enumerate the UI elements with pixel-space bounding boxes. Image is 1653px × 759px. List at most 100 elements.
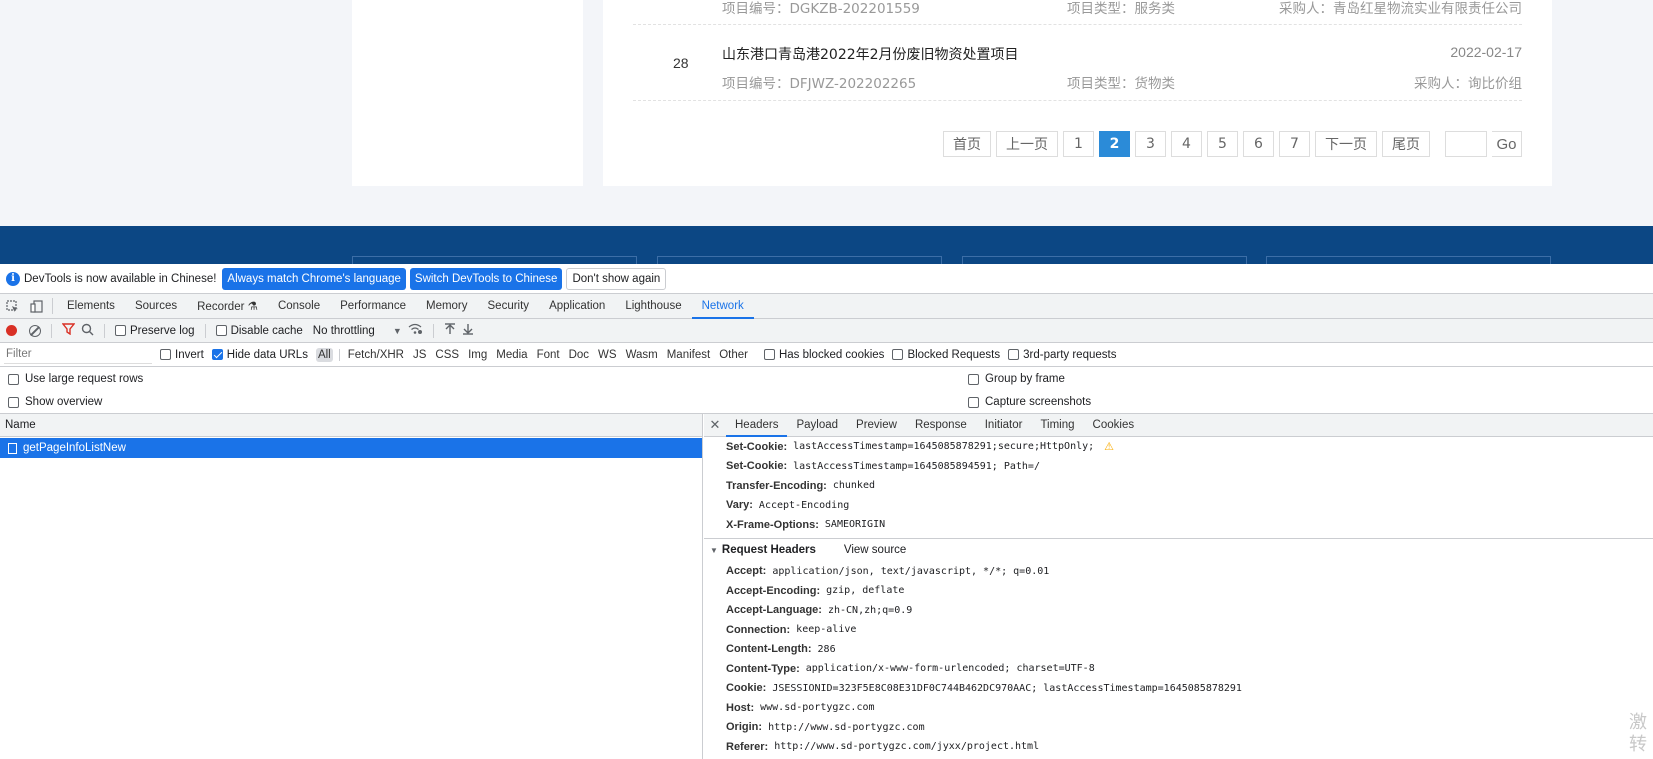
page-2-button[interactable]: 2 <box>1099 131 1130 157</box>
project-title-link[interactable]: 山东港口青岛港2022年2月份废旧物资处置项目 <box>722 44 1019 64</box>
tab-memory[interactable]: Memory <box>416 294 478 318</box>
type-filter-css[interactable]: CSS <box>433 348 461 362</box>
tab-recorder[interactable]: Recorder ⚗ <box>187 294 268 318</box>
go-button[interactable]: Go <box>1492 131 1522 157</box>
detail-tabbar: ✕ Headers Payload Preview Response Initi… <box>704 414 1653 437</box>
checkbox-box[interactable] <box>968 396 979 408</box>
last-page-button[interactable]: 尾页 <box>1382 131 1430 157</box>
switch-chinese-button[interactable]: Switch DevTools to Chinese <box>409 267 563 290</box>
show-overview-checkbox[interactable]: Show overview <box>8 396 102 408</box>
search-icon[interactable] <box>81 323 94 339</box>
page-7-button[interactable]: 7 <box>1279 131 1310 157</box>
tab-network[interactable]: Network <box>691 294 754 319</box>
devtools-panel: i DevTools is now available in Chinese! … <box>0 264 1653 759</box>
dont-show-again-button[interactable]: Don't show again <box>566 267 667 290</box>
header-value: lastAccessTimestamp=1645085878291;secure… <box>793 441 1095 453</box>
list-item[interactable]: 项目编号：DGKZB-202201559 项目类型：服务类 采购人：青岛红星物流… <box>633 0 1522 25</box>
page-4-button[interactable]: 4 <box>1171 131 1202 157</box>
request-row[interactable]: getPageInfoListNew <box>0 438 702 458</box>
record-icon[interactable] <box>6 325 17 336</box>
type-filter-fetch-xhr[interactable]: Fetch/XHR <box>346 348 406 362</box>
request-headers-section[interactable]: ▼ Request Headers View source <box>704 537 1653 562</box>
page-number-input[interactable] <box>1445 131 1487 157</box>
has-blocked-cookies-checkbox[interactable]: Has blocked cookies <box>763 349 884 361</box>
checkbox-box[interactable] <box>1008 349 1020 360</box>
close-icon[interactable]: ✕ <box>704 414 726 436</box>
view-source-link[interactable]: View source <box>844 544 906 556</box>
type-filter-ws[interactable]: WS <box>596 348 619 362</box>
type-filter-font[interactable]: Font <box>535 348 562 362</box>
capture-screenshots-checkbox[interactable]: Capture screenshots <box>968 396 1091 408</box>
divider <box>51 323 52 338</box>
header-row: Connection: keep-alive <box>704 620 1653 640</box>
type-filter-img[interactable]: Img <box>466 348 489 362</box>
checkbox-box[interactable] <box>8 373 19 385</box>
throttling-select[interactable]: No throttling ▼ <box>313 325 402 337</box>
name-column-header[interactable]: Name <box>0 414 702 437</box>
resource-type-filters: All Fetch/XHR JS CSS Img Media Font Doc … <box>315 347 750 362</box>
type-filter-manifest[interactable]: Manifest <box>665 348 712 362</box>
preserve-log-checkbox[interactable]: Preserve log <box>115 325 195 337</box>
type-filter-wasm[interactable]: Wasm <box>624 348 660 362</box>
filter-input[interactable]: Filter <box>4 346 152 364</box>
header-key: Origin: <box>726 721 763 734</box>
type-filter-all[interactable]: All <box>315 347 333 362</box>
blocked-requests-checkbox[interactable]: Blocked Requests <box>892 349 1000 361</box>
match-language-button[interactable]: Always match Chrome's language <box>222 267 406 290</box>
device-toolbar-icon[interactable] <box>24 294 48 318</box>
header-row: X-Frame-Options: SAMEORIGIN <box>704 515 1653 535</box>
checkbox-box[interactable] <box>892 349 904 360</box>
disable-cache-checkbox[interactable]: Disable cache <box>215 325 303 337</box>
large-rows-checkbox[interactable]: Use large request rows <box>8 373 143 385</box>
tab-sources[interactable]: Sources <box>125 294 187 318</box>
network-conditions-icon[interactable] <box>408 323 423 338</box>
tab-timing[interactable]: Timing <box>1031 414 1083 436</box>
tab-elements[interactable]: Elements <box>57 294 125 318</box>
tab-preview[interactable]: Preview <box>847 414 906 436</box>
tab-initiator[interactable]: Initiator <box>976 414 1032 436</box>
checkbox-box[interactable] <box>160 349 171 360</box>
type-filter-js[interactable]: JS <box>411 348 428 362</box>
filter-icon[interactable] <box>61 323 76 338</box>
type-filter-other[interactable]: Other <box>717 348 750 362</box>
checkbox-box[interactable] <box>115 325 126 336</box>
list-item[interactable]: 28 山东港口青岛港2022年2月份废旧物资处置项目 2022-02-17 项目… <box>633 25 1522 101</box>
page-5-button[interactable]: 5 <box>1207 131 1238 157</box>
checkbox-box[interactable] <box>763 349 775 360</box>
tab-headers[interactable]: Headers <box>726 414 788 437</box>
clear-icon[interactable] <box>29 324 41 337</box>
checkbox-box[interactable] <box>211 349 223 360</box>
hide-data-urls-checkbox[interactable]: Hide data URLs <box>211 349 308 361</box>
tab-console[interactable]: Console <box>268 294 330 318</box>
type-filter-media[interactable]: Media <box>494 348 529 362</box>
group-by-frame-checkbox[interactable]: Group by frame <box>968 373 1065 385</box>
warning-icon[interactable]: ⚠ <box>1104 440 1114 453</box>
first-page-button[interactable]: 首页 <box>943 131 991 157</box>
type-filter-doc[interactable]: Doc <box>567 348 591 362</box>
import-har-icon[interactable] <box>444 323 456 338</box>
tab-cookies[interactable]: Cookies <box>1084 414 1144 436</box>
tab-payload[interactable]: Payload <box>787 414 847 436</box>
page-1-button[interactable]: 1 <box>1063 131 1094 157</box>
checkbox-box[interactable] <box>8 396 19 408</box>
tab-lighthouse[interactable]: Lighthouse <box>615 294 691 318</box>
next-page-button[interactable]: 下一页 <box>1315 131 1377 157</box>
tab-security[interactable]: Security <box>478 294 540 318</box>
tab-application[interactable]: Application <box>539 294 615 318</box>
invert-checkbox[interactable]: Invert <box>160 349 204 361</box>
third-party-checkbox[interactable]: 3rd-party requests <box>1008 349 1116 361</box>
request-details: ✕ Headers Payload Preview Response Initi… <box>704 414 1653 759</box>
header-row: Content-Length: 286 <box>704 640 1653 660</box>
prev-page-button[interactable]: 上一页 <box>996 131 1058 157</box>
inspect-element-icon[interactable] <box>0 294 24 318</box>
tab-response[interactable]: Response <box>906 414 976 436</box>
export-har-icon[interactable] <box>462 323 474 338</box>
row-number: 28 <box>673 55 689 71</box>
tab-performance[interactable]: Performance <box>330 294 416 318</box>
header-key: Content-Length: <box>726 643 812 656</box>
page-6-button[interactable]: 6 <box>1243 131 1274 157</box>
page-3-button[interactable]: 3 <box>1135 131 1166 157</box>
checkbox-box[interactable] <box>968 373 979 385</box>
checkbox-box[interactable] <box>215 325 227 336</box>
header-key: Cookie: <box>726 682 767 695</box>
